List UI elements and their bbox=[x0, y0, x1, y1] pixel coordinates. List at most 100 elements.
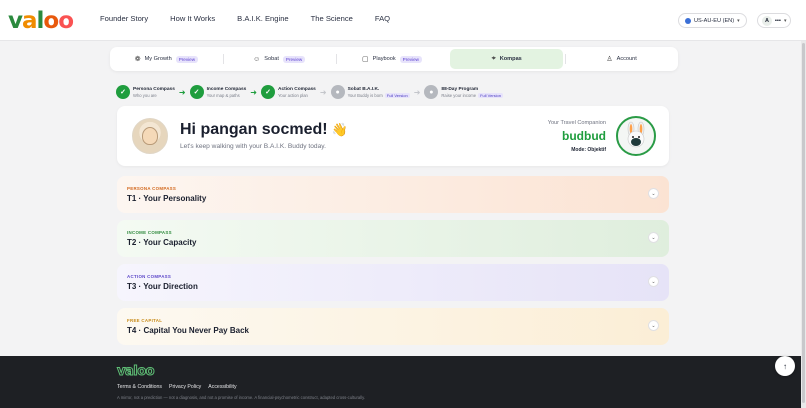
greeting-heading: Hi pangan socmed! 👋 bbox=[180, 121, 348, 139]
chevron-down-icon: ▾ bbox=[783, 17, 787, 24]
accordion-tag: PERSONA COMPASS bbox=[127, 186, 177, 191]
step-88-day-program[interactable]: ● 88-Day Program Raise your income Full V… bbox=[424, 85, 503, 99]
user-icon: ♙ bbox=[606, 56, 613, 63]
logo-letter: o bbox=[137, 364, 147, 379]
step-title: Income Compass bbox=[206, 86, 247, 92]
sprout-icon: ❁ bbox=[134, 56, 141, 63]
chevron-down-icon[interactable]: ⌄ bbox=[648, 320, 659, 331]
accordion-tag: FREE CAPITAL bbox=[127, 318, 163, 323]
accordion-tag: INCOME COMPASS bbox=[127, 230, 172, 235]
accordion-title: T2 · Your Capacity bbox=[127, 238, 197, 247]
waving-hand-icon: 👋 bbox=[331, 122, 348, 137]
dashboard-tabs: ❁ My Growth Preview ☺ Sobat Preview ▢ Pl… bbox=[110, 47, 678, 71]
nav-link-founder-story[interactable]: Founder Story bbox=[100, 14, 148, 23]
footer-logo[interactable]: v a l o o bbox=[117, 364, 156, 379]
tab-playbook[interactable]: ▢ Playbook Preview bbox=[335, 49, 449, 69]
check-icon: ✓ bbox=[261, 85, 275, 99]
chevron-down-icon: ▾ bbox=[737, 17, 740, 24]
preview-badge: Preview bbox=[175, 55, 199, 63]
logo-letter: a bbox=[22, 8, 38, 34]
preview-badge: Preview bbox=[282, 55, 306, 63]
tab-my-growth[interactable]: ❁ My Growth Preview bbox=[110, 49, 223, 69]
valoo-logo[interactable]: v a l o o bbox=[8, 8, 74, 34]
scroll-to-top-button[interactable]: ↑ bbox=[775, 356, 795, 376]
site-footer: v a l o o Terms & Conditions Privacy Pol… bbox=[0, 356, 801, 408]
accordion-tag: ACTION COMPASS bbox=[127, 274, 172, 279]
user-name: ▪▪▪ bbox=[775, 17, 781, 24]
avatar: A bbox=[762, 15, 772, 26]
logo-letter: o bbox=[43, 8, 59, 34]
companion-name: budbud bbox=[562, 129, 606, 143]
top-navigation: v a l o o Founder Story How It Works B.A… bbox=[0, 0, 806, 41]
tab-label: Playbook bbox=[372, 56, 396, 62]
user-menu[interactable]: A ▪▪▪ ▾ bbox=[757, 13, 792, 28]
lock-icon: ● bbox=[424, 85, 439, 99]
step-title: Sobat B.A.I.K. bbox=[347, 86, 380, 92]
step-title: 88-Day Program bbox=[441, 86, 479, 92]
arrow-right-icon: ➜ bbox=[413, 87, 421, 97]
tab-label: Kompas bbox=[499, 56, 522, 62]
locale-label: US-AU-EU (EN) bbox=[694, 17, 735, 24]
check-icon: ✓ bbox=[189, 85, 204, 99]
footer-links: Terms & Conditions Privacy Policy Access… bbox=[117, 384, 237, 390]
accordion-free-capital[interactable]: FREE CAPITAL T4 · Capital You Never Pay … bbox=[117, 308, 669, 345]
step-subtitle-row: Your Buddy is born Full Version bbox=[348, 92, 410, 98]
chevron-down-icon[interactable]: ⌄ bbox=[648, 232, 659, 243]
logo-letter: v bbox=[117, 364, 126, 379]
tab-kompas[interactable]: ⌖ Kompas bbox=[450, 49, 564, 69]
scrollbar-thumb[interactable] bbox=[802, 43, 805, 403]
rabbit-buddy-icon bbox=[627, 121, 645, 148]
portrait-face bbox=[142, 127, 158, 145]
preview-badge: Preview bbox=[399, 55, 422, 63]
nav-link-how-it-works[interactable]: How It Works bbox=[170, 14, 215, 23]
logo-letter: a bbox=[124, 364, 134, 379]
footer-disclaimer: A mirror, not a prediction — not a diagn… bbox=[117, 395, 366, 400]
chevron-down-icon[interactable]: ⌄ bbox=[648, 188, 659, 199]
buddy-avatar[interactable] bbox=[616, 116, 656, 156]
book-icon: ▢ bbox=[362, 56, 369, 63]
footer-link-accessibility[interactable]: Accessibility bbox=[208, 384, 236, 390]
accordion-action-compass[interactable]: ACTION COMPASS T3 · Your Direction ⌄ bbox=[117, 264, 669, 301]
lock-icon: ● bbox=[330, 85, 345, 99]
step-action-compass[interactable]: ✓ Action Compass Your action plan bbox=[261, 85, 316, 99]
full-version-badge: Full Version bbox=[384, 92, 410, 98]
progress-stepper: ✓ Persona Compass Who you are ➜ ✓ Income… bbox=[116, 82, 503, 102]
accordion-title: T1 · Your Personality bbox=[127, 194, 207, 203]
step-title: Action Compass bbox=[278, 86, 316, 92]
accordion-title: T4 · Capital You Never Pay Back bbox=[127, 326, 249, 335]
chevron-down-icon[interactable]: ⌄ bbox=[648, 276, 659, 287]
compass-icon: ⌖ bbox=[491, 55, 496, 62]
step-persona-compass[interactable]: ✓ Persona Compass Who you are bbox=[116, 85, 175, 99]
step-subtitle: Who you are bbox=[133, 92, 157, 98]
footer-link-privacy[interactable]: Privacy Policy bbox=[169, 384, 201, 390]
footer-link-terms[interactable]: Terms & Conditions bbox=[117, 384, 162, 390]
tab-label: Account bbox=[616, 56, 637, 62]
accordion-persona-compass[interactable]: PERSONA COMPASS T1 · Your Personality ⌄ bbox=[117, 176, 669, 213]
logo-letter: v bbox=[8, 8, 23, 34]
arrow-right-icon: ➜ bbox=[319, 87, 327, 97]
nav-link-baik-engine[interactable]: B.A.I.K. Engine bbox=[237, 14, 289, 23]
arrow-right-icon: ➜ bbox=[178, 87, 186, 97]
logo-letter: o bbox=[58, 8, 74, 34]
page-scrollbar[interactable] bbox=[801, 41, 806, 408]
step-income-compass[interactable]: ✓ Income Compass Your map & paths bbox=[189, 85, 247, 99]
greeting-text: Hi pangan socmed! bbox=[180, 121, 328, 138]
arrow-right-icon: ➜ bbox=[250, 87, 257, 97]
step-sobat-baik[interactable]: ● Sobat B.A.I.K. Your Buddy is born Full … bbox=[330, 85, 410, 99]
nav-links: Founder Story How It Works B.A.I.K. Engi… bbox=[100, 14, 412, 23]
tab-sobat[interactable]: ☺ Sobat Preview bbox=[222, 49, 336, 69]
locale-selector[interactable]: US-AU-EU (EN) ▾ bbox=[678, 13, 747, 28]
check-icon: ✓ bbox=[116, 85, 130, 99]
logo-letter: l bbox=[36, 8, 45, 34]
tab-account[interactable]: ♙ Account bbox=[565, 49, 678, 69]
logo-letter: o bbox=[145, 364, 155, 379]
arrow-up-icon: ↑ bbox=[783, 361, 787, 371]
nav-link-faq[interactable]: FAQ bbox=[375, 14, 390, 23]
people-icon: ☺ bbox=[253, 55, 261, 63]
step-subtitle: Your action plan bbox=[278, 92, 308, 98]
step-title: Persona Compass bbox=[133, 86, 175, 92]
nav-link-the-science[interactable]: The Science bbox=[311, 14, 353, 23]
greeting-subtitle: Let's keep walking with your B.A.I.K. Bu… bbox=[180, 143, 326, 150]
step-subtitle: Raise your income bbox=[441, 92, 477, 98]
accordion-income-compass[interactable]: INCOME COMPASS T2 · Your Capacity ⌄ bbox=[117, 220, 669, 257]
